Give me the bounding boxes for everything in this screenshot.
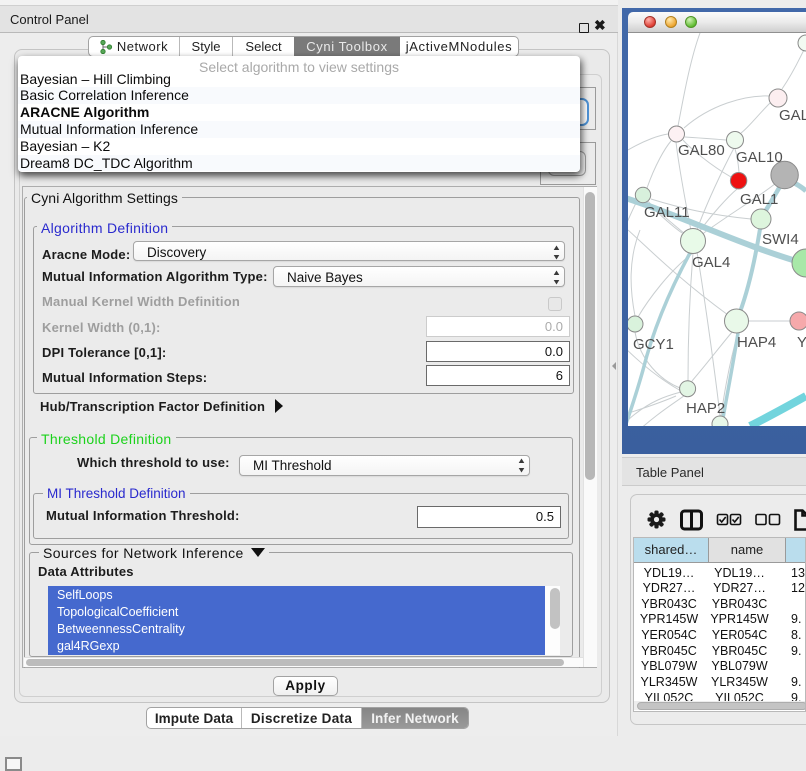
svg-text:GAL10: GAL10: [736, 149, 783, 166]
svg-text:GAL: GAL: [779, 107, 806, 124]
svg-text:SWI4: SWI4: [762, 231, 799, 248]
svg-text:GAL11: GAL11: [644, 204, 690, 221]
svg-text:GAL80: GAL80: [678, 142, 725, 159]
svg-text:GAL1: GAL1: [740, 191, 778, 208]
svg-text:Y: Y: [797, 334, 806, 351]
svg-text:HAP4: HAP4: [737, 334, 776, 351]
svg-text:GCY1: GCY1: [633, 336, 674, 353]
svg-text:GAL4: GAL4: [692, 254, 730, 271]
svg-text:HAP2: HAP2: [686, 400, 725, 417]
